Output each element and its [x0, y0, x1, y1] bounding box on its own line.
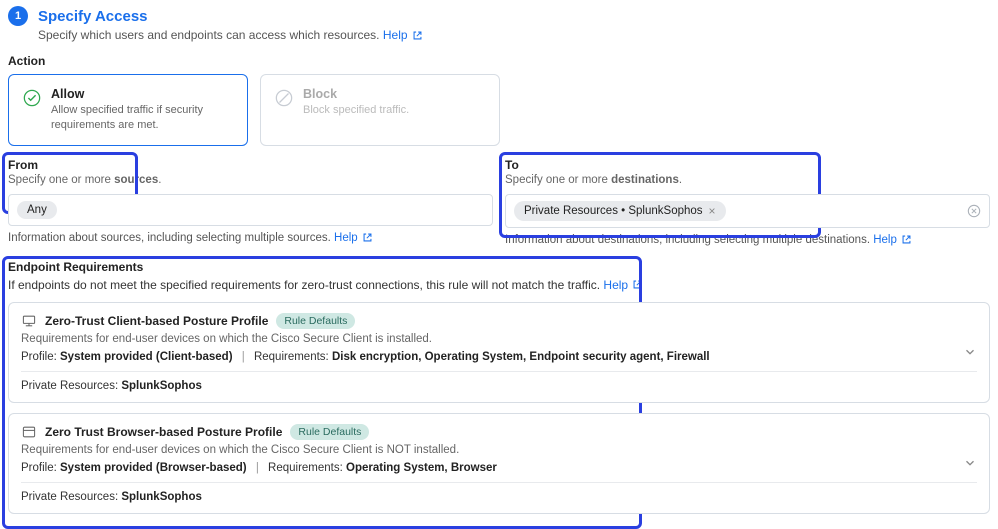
from-help-link[interactable]: Help: [334, 232, 373, 244]
from-helptext-row: Information about sources, including sel…: [8, 232, 493, 244]
step-number-badge: 1: [8, 6, 28, 26]
block-title: Block: [303, 87, 409, 101]
allow-title: Allow: [51, 87, 233, 101]
divider: [21, 482, 977, 483]
to-helptext-row: Information about destinations, includin…: [505, 234, 990, 246]
external-link-icon: [632, 279, 643, 290]
rule-defaults-badge: Rule Defaults: [290, 424, 369, 440]
from-chip[interactable]: Any: [17, 201, 57, 219]
monitor-icon: [21, 313, 37, 329]
allow-desc: Allow specified traffic if security requ…: [51, 103, 233, 133]
client-profile-desc: Requirements for end-user devices on whi…: [21, 333, 977, 345]
browser-profile-line: Profile: System provided (Browser-based)…: [21, 462, 977, 474]
step-subtitle-row: Specify which users and endpoints can ac…: [38, 28, 990, 42]
endpoint-help-link[interactable]: Help: [603, 278, 643, 292]
client-profile-line: Profile: System provided (Client-based) …: [21, 351, 977, 363]
step-help-label: Help: [383, 28, 408, 42]
step-help-link[interactable]: Help: [383, 28, 423, 42]
browser-profile-title: Zero Trust Browser-based Posture Profile: [45, 425, 282, 439]
endpoint-desc: If endpoints do not meet the specified r…: [8, 278, 600, 292]
to-label: To: [505, 158, 990, 172]
profile-header: Zero Trust Browser-based Posture Profile…: [21, 424, 977, 440]
rule-defaults-badge: Rule Defaults: [276, 313, 355, 329]
step-title: Specify Access: [38, 8, 148, 25]
from-chip-input[interactable]: Any: [8, 194, 493, 226]
from-to-row: From Specify one or more sources. Any In…: [8, 158, 990, 246]
client-profile-title: Zero-Trust Client-based Posture Profile: [45, 314, 268, 328]
action-card-block[interactable]: Block Block specified traffic.: [260, 74, 500, 146]
chevron-down-icon[interactable]: [963, 456, 977, 470]
endpoint-requirements-section: Endpoint Requirements If endpoints do no…: [8, 260, 990, 514]
to-chip-input[interactable]: Private Resources • SplunkSophos ×: [505, 194, 990, 228]
endpoint-desc-row: If endpoints do not meet the specified r…: [8, 278, 990, 292]
profile-card-client: Zero-Trust Client-based Posture Profile …: [8, 302, 990, 403]
external-link-icon: [362, 232, 373, 243]
to-hint: Specify one or more destinations.: [505, 174, 990, 186]
chip-remove-icon[interactable]: ×: [709, 204, 716, 218]
to-chip[interactable]: Private Resources • SplunkSophos ×: [514, 201, 726, 221]
step-subtitle: Specify which users and endpoints can ac…: [38, 28, 380, 42]
from-label: From: [8, 158, 493, 172]
browser-profile-desc: Requirements for end-user devices on whi…: [21, 444, 977, 456]
step-header: 1 Specify Access: [8, 6, 990, 26]
external-link-icon: [901, 234, 912, 245]
endpoint-label: Endpoint Requirements: [8, 260, 990, 274]
to-help-link[interactable]: Help: [873, 234, 912, 246]
checkmark-circle-icon: [23, 89, 41, 107]
chevron-down-icon[interactable]: [963, 345, 977, 359]
action-card-allow[interactable]: Allow Allow specified traffic if securit…: [8, 74, 248, 146]
block-desc: Block specified traffic.: [303, 103, 409, 118]
profile-header: Zero-Trust Client-based Posture Profile …: [21, 313, 977, 329]
block-circle-icon: [275, 89, 293, 107]
clear-all-icon[interactable]: [967, 204, 981, 218]
profile-card-browser: Zero Trust Browser-based Posture Profile…: [8, 413, 990, 514]
to-column: To Specify one or more destinations. Pri…: [505, 158, 990, 246]
divider: [21, 371, 977, 372]
from-hint: Specify one or more sources.: [8, 174, 493, 186]
browser-window-icon: [21, 424, 37, 440]
browser-resources-line: Private Resources: SplunkSophos: [21, 491, 977, 503]
from-column: From Specify one or more sources. Any In…: [8, 158, 493, 246]
external-link-icon: [412, 30, 423, 41]
client-resources-line: Private Resources: SplunkSophos: [21, 380, 977, 392]
action-cards: Allow Allow specified traffic if securit…: [8, 74, 990, 146]
to-helptext: Information about destinations, includin…: [505, 234, 870, 246]
action-section-label: Action: [8, 54, 990, 68]
from-helptext: Information about sources, including sel…: [8, 232, 331, 244]
